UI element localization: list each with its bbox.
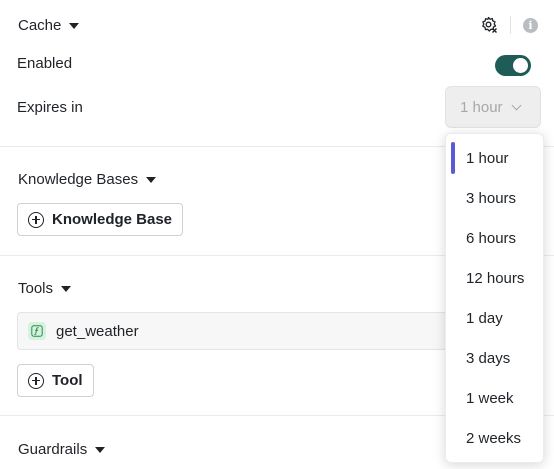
tool-item[interactable]: get_weather	[17, 312, 477, 350]
expires-label: Expires in	[17, 99, 83, 116]
knowledge-bases-section-header[interactable]: Knowledge Bases	[18, 171, 157, 188]
tools-title: Tools	[18, 280, 54, 297]
tool-item-name: get_weather	[56, 322, 139, 340]
dropdown-option-label: 3 days	[466, 349, 511, 367]
caret-down-icon	[146, 176, 157, 183]
function-icon	[28, 322, 46, 340]
dropdown-option[interactable]: 3 days	[446, 338, 543, 378]
dropdown-option-label: 1 hour	[466, 149, 509, 167]
plus-circle-icon	[28, 372, 44, 389]
caret-down-icon	[69, 22, 80, 29]
cache-toolbar: i	[480, 16, 538, 34]
cache-title: Cache	[18, 17, 62, 34]
dropdown-option-label: 1 week	[466, 389, 514, 407]
add-tool-label: Tool	[52, 372, 83, 389]
guardrails-title: Guardrails	[18, 441, 88, 458]
dropdown-option[interactable]: 3 hours	[446, 178, 543, 218]
cache-section-header[interactable]: Cache	[18, 17, 80, 34]
dropdown-option[interactable]: 1 week	[446, 378, 543, 418]
dropdown-option[interactable]: 12 hours	[446, 258, 543, 298]
dropdown-option[interactable]: 6 hours	[446, 218, 543, 258]
expires-dropdown-menu: 1 hour 3 hours 6 hours 12 hours 1 day 3 …	[445, 133, 544, 463]
dropdown-option[interactable]: 1 day	[446, 298, 543, 338]
guardrails-section-header[interactable]: Guardrails	[18, 441, 106, 458]
dropdown-option[interactable]: 2 weeks	[446, 418, 543, 458]
expires-select[interactable]: 1 hour	[445, 86, 541, 128]
toolbar-divider	[510, 16, 511, 34]
add-knowledge-base-button[interactable]: Knowledge Base	[17, 203, 184, 236]
dropdown-option-label: 3 hours	[466, 189, 517, 207]
dropdown-option-label: 1 day	[466, 309, 503, 327]
dropdown-option-label: 12 hours	[466, 269, 525, 287]
plus-circle-icon	[28, 211, 44, 228]
dropdown-option-label: 2 weeks	[466, 429, 522, 447]
knowledge-bases-title: Knowledge Bases	[18, 171, 139, 188]
toggle-knob	[513, 58, 528, 73]
dropdown-option-label: 6 hours	[466, 229, 517, 247]
tools-section-header[interactable]: Tools	[18, 280, 72, 297]
dropdown-option[interactable]: 1 hour	[446, 138, 543, 178]
caret-down-icon	[95, 446, 106, 453]
expires-select-value: 1 hour	[460, 98, 503, 116]
chevron-down-icon	[511, 100, 521, 110]
enabled-toggle[interactable]	[495, 55, 531, 76]
add-tool-button[interactable]: Tool	[17, 364, 94, 397]
add-knowledge-base-label: Knowledge Base	[52, 211, 173, 228]
enabled-label: Enabled	[17, 55, 73, 72]
gear-x-icon[interactable]	[480, 16, 498, 34]
info-icon[interactable]: i	[523, 17, 538, 33]
caret-down-icon	[61, 285, 72, 292]
